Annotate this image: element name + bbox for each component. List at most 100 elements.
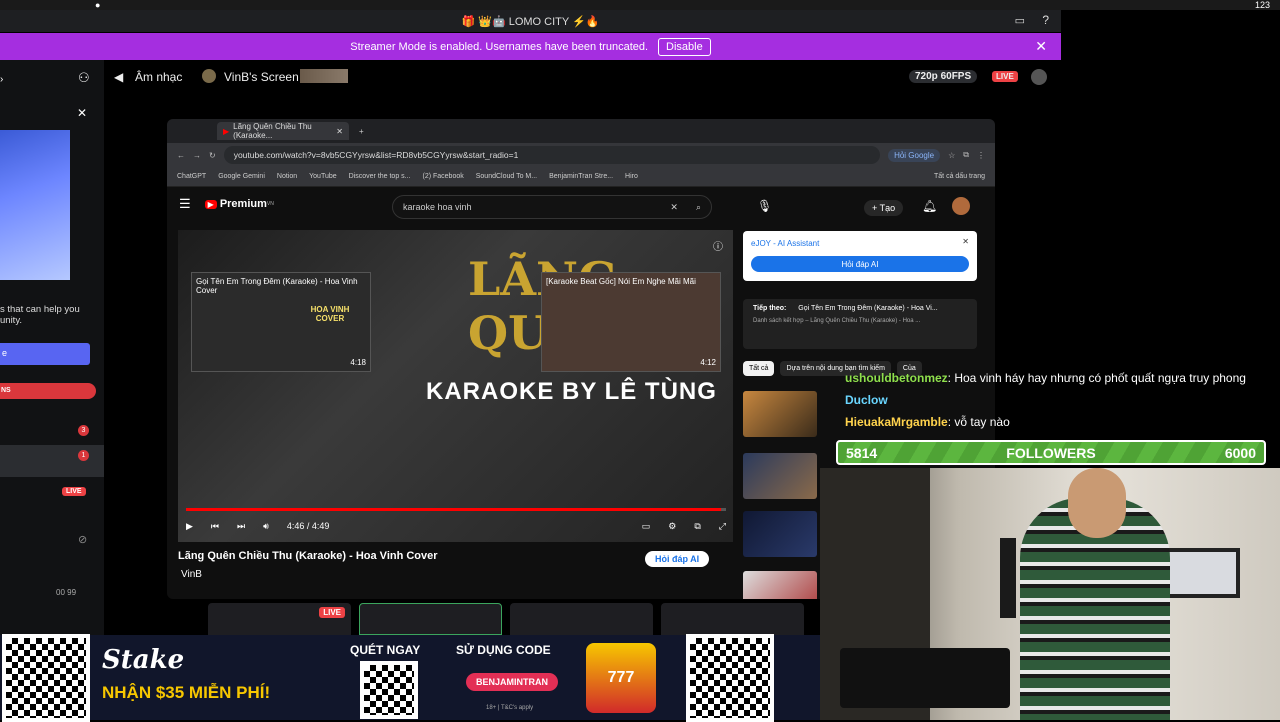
wall-frame (1160, 548, 1240, 598)
settings-icon[interactable]: ⚙ (668, 521, 676, 532)
promo-text: NHẬN $35 MIỄN PHÍ! (102, 683, 271, 702)
channel-name[interactable]: VinB (181, 569, 202, 580)
unread-badge: 3 (78, 425, 89, 436)
all-bookmarks[interactable]: Tất cả dấu trang (934, 173, 985, 180)
address-bar[interactable]: youtube.com/watch?v=8vb5CGYyrsw&list=RD8… (223, 146, 881, 164)
reload-icon[interactable]: ↻ (209, 151, 216, 160)
qr-code (686, 633, 774, 722)
bookmark-discover[interactable]: Discover the top s... (349, 173, 411, 180)
chat-text: : Hoa vinh háy hay nhưng có phốt quất ng… (947, 371, 1246, 385)
streamer-mode-banner: Streamer Mode is enabled. Usernames have… (0, 33, 1061, 60)
inbox-icon[interactable]: ▭ (1015, 14, 1025, 27)
menu-icon[interactable]: ⋮ (977, 151, 985, 160)
ai-ask-button[interactable]: Hỏi đáp AI (751, 256, 969, 272)
search-icon[interactable]: ⌕ (696, 202, 701, 213)
ai-assistant-panel: eJOY - AI Assistant ✕ Hỏi đáp AI (743, 231, 977, 281)
mute-icon[interactable]: ⊘ (78, 533, 87, 546)
address-row: ← → ↻ youtube.com/watch?v=8vb5CGYyrsw&li… (167, 143, 995, 167)
up-next-card[interactable]: Tiếp theo: Gọi Tên Em Trong Đêm (Karaoke… (743, 299, 977, 349)
close-icon[interactable]: ✕ (962, 237, 969, 246)
miniplayer-icon[interactable]: ⧉ (694, 521, 700, 532)
selected-channel[interactable] (0, 445, 104, 477)
bookmark-youtube[interactable]: YouTube (309, 173, 337, 180)
bookmark-notion[interactable]: Notion (277, 173, 297, 180)
alert-label[interactable]: NS (0, 383, 96, 399)
disable-button[interactable]: Disable (658, 37, 711, 56)
scan-block: QUÉT NGAY (350, 635, 450, 720)
up-next-label: Tiếp theo: (753, 305, 787, 312)
mic-icon[interactable]: 🎙︎ (757, 199, 772, 213)
chevron-icon[interactable]: › (0, 74, 3, 85)
volume-icon[interactable]: 🔊︎ (263, 521, 269, 532)
bookmark-hiro[interactable]: Hiro (625, 173, 638, 180)
microphone (1000, 538, 1016, 618)
extensions-icon[interactable]: ⧉ (963, 150, 969, 160)
browser-tab[interactable]: ▶ Lãng Quên Chiều Thu (Karaoke... ✕ (217, 122, 349, 140)
live-badge: LIVE (992, 71, 1018, 82)
new-tab-icon[interactable]: + (359, 127, 364, 136)
related-thumbnail[interactable] (743, 453, 817, 499)
fullscreen-icon[interactable]: ⤢ (719, 521, 726, 532)
notification-icon[interactable] (1031, 69, 1047, 85)
stake-promo: Stake NHẬN $35 MIỄN PHÍ! (102, 635, 322, 720)
apple-icon[interactable]: ● (95, 0, 100, 10)
endscreen-video-left[interactable]: Gọi Tên Em Trong Đêm (Karaoke) - Hoa Vin… (191, 272, 371, 372)
video-title: Lãng Quên Chiều Thu (Karaoke) - Hoa Vinh… (178, 550, 438, 562)
add-user-icon[interactable]: ⚇ (78, 70, 90, 86)
stream-card[interactable] (661, 603, 804, 635)
ask-google-button[interactable]: Hỏi Google (888, 148, 941, 162)
progress-fill (186, 508, 721, 511)
ask-ai-button[interactable]: Hỏi đáp AI (645, 551, 710, 567)
followers-goal: 6000 (1224, 444, 1256, 461)
menu-icon[interactable]: ☰ (179, 196, 191, 212)
chat-username: ushouldbetonmez (845, 371, 948, 385)
stream-card[interactable] (359, 603, 502, 635)
clear-icon[interactable]: ✕ (670, 202, 678, 213)
bookmark-soundcloud[interactable]: SoundCloud To M... (476, 173, 537, 180)
scan-label: QUÉT NGAY (350, 643, 421, 657)
close-icon[interactable]: ✕ (77, 106, 87, 120)
bookmark-gemini[interactable]: Google Gemini (218, 173, 265, 180)
subtitles-icon[interactable]: ▭ (642, 521, 651, 532)
stream-card[interactable] (510, 603, 653, 635)
bookmark-facebook[interactable]: (2) Facebook (423, 173, 464, 180)
menubar-count: 123 (1254, 0, 1270, 10)
webcam-feed (820, 468, 1280, 720)
related-thumbnail[interactable] (743, 511, 817, 557)
star-icon[interactable]: ☆ (948, 151, 955, 160)
bookmark-chatgpt[interactable]: ChatGPT (177, 173, 206, 180)
bell-icon[interactable]: 🔔︎ (922, 199, 937, 213)
promo-code: BENJAMINTRAN (466, 673, 558, 691)
youtube-logo-icon[interactable]: ▶ (204, 199, 217, 209)
tab-strip: ▶ Lãng Quên Chiều Thu (Karaoke... ✕ + (167, 119, 995, 143)
search-input[interactable]: karaoke hoa vinh ✕ ⌕ (392, 195, 712, 219)
help-icon[interactable]: ? (1042, 13, 1049, 27)
play-icon[interactable]: ▶ (186, 521, 193, 532)
endscreen-video-right[interactable]: [Karaoke Beat Gốc] Nói Em Nghe Mãi Mãi 4… (541, 272, 721, 372)
create-button[interactable]: + Tạo (864, 200, 904, 216)
related-thumbnail[interactable] (743, 391, 817, 437)
up-next-title: Gọi Tên Em Trong Đêm (Karaoke) - Hoa Vi.… (798, 305, 938, 312)
forward-icon[interactable]: → (193, 151, 201, 160)
progress-bar[interactable] (186, 508, 726, 511)
related-thumbnail[interactable] (743, 571, 817, 599)
back-icon[interactable]: ← (177, 151, 185, 160)
info-icon[interactable]: ⓘ (713, 238, 723, 253)
video-player[interactable]: LÃNG QUÊN KARAOKE BY LÊ TÙNG Gọi Tên Em … (178, 230, 733, 542)
avatar (202, 69, 216, 83)
chip-all[interactable]: Tất cả (743, 361, 775, 376)
close-icon[interactable]: ✕ (1035, 38, 1047, 55)
account-avatar[interactable] (952, 197, 970, 215)
duration: 4:18 (350, 358, 366, 367)
bookmark-benjamintran[interactable]: BenjaminTran Stre... (549, 173, 613, 180)
previous-icon[interactable]: ⏮ (211, 521, 219, 532)
cta-button[interactable]: e (0, 343, 90, 365)
stream-card[interactable]: LIVE (208, 603, 351, 635)
footer-text: 00 99 (56, 588, 77, 597)
live-badge: LIVE (62, 487, 86, 496)
youtube-logo[interactable]: Premium (220, 198, 267, 210)
next-icon[interactable]: ⏭ (237, 521, 245, 532)
playlist-sub: Danh sách kết hợp – Lãng Quên Chiều Thu … (753, 318, 921, 324)
time-display: 4:46 / 4:49 (286, 521, 330, 531)
close-tab-icon[interactable]: ✕ (336, 127, 343, 136)
